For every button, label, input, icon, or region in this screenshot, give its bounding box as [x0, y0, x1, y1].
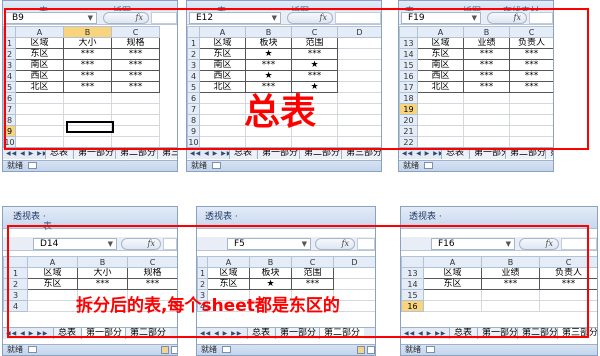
sheet-nav-arrows-icon[interactable]: ◀◀ ◀ ▶ ▶▶ — [190, 149, 232, 158]
status-bar: 就绪 — [399, 160, 553, 171]
status-bar: 就绪 — [3, 344, 177, 355]
macro-record-icon[interactable] — [222, 346, 231, 353]
annotation-box — [7, 225, 589, 338]
normal-view-icon[interactable] — [357, 346, 365, 354]
pivot-table-label[interactable]: 透视表 · — [13, 209, 46, 222]
sheet-nav-arrows-icon[interactable]: ◀◀ ◀ ▶ ▶▶ — [6, 149, 48, 158]
sheet-nav-arrows-icon[interactable]: ◀◀ ◀ ▶ ▶▶ — [402, 149, 444, 158]
pivot-table-label[interactable]: 透视表 · — [409, 209, 442, 222]
macro-record-icon[interactable] — [212, 162, 221, 169]
macro-record-icon[interactable] — [28, 346, 37, 353]
macro-record-icon[interactable] — [426, 346, 435, 353]
normal-view-icon[interactable] — [161, 346, 169, 354]
status-text: 就绪 — [403, 161, 419, 170]
status-text: 就绪 — [191, 161, 207, 170]
status-bar: 就绪 — [187, 160, 381, 171]
status-text: 就绪 — [201, 345, 217, 354]
status-text: 就绪 — [7, 345, 23, 354]
annotation-label: 总表 — [244, 92, 317, 133]
page-layout-view-icon[interactable] — [367, 346, 375, 354]
status-bar: 就绪 — [401, 344, 597, 355]
status-text: 就绪 — [405, 345, 421, 354]
status-text: 就绪 — [7, 161, 23, 170]
macro-record-icon[interactable] — [28, 162, 37, 169]
status-bar: 就绪 — [3, 160, 177, 171]
macro-record-icon[interactable] — [424, 162, 433, 169]
page-layout-view-icon[interactable] — [171, 346, 177, 354]
annotation-label: 拆分后的表,每个sheet都是东区的 — [76, 296, 340, 316]
pivot-table-label[interactable]: 透视表 · — [205, 209, 238, 222]
status-bar: 就绪 — [197, 344, 375, 355]
